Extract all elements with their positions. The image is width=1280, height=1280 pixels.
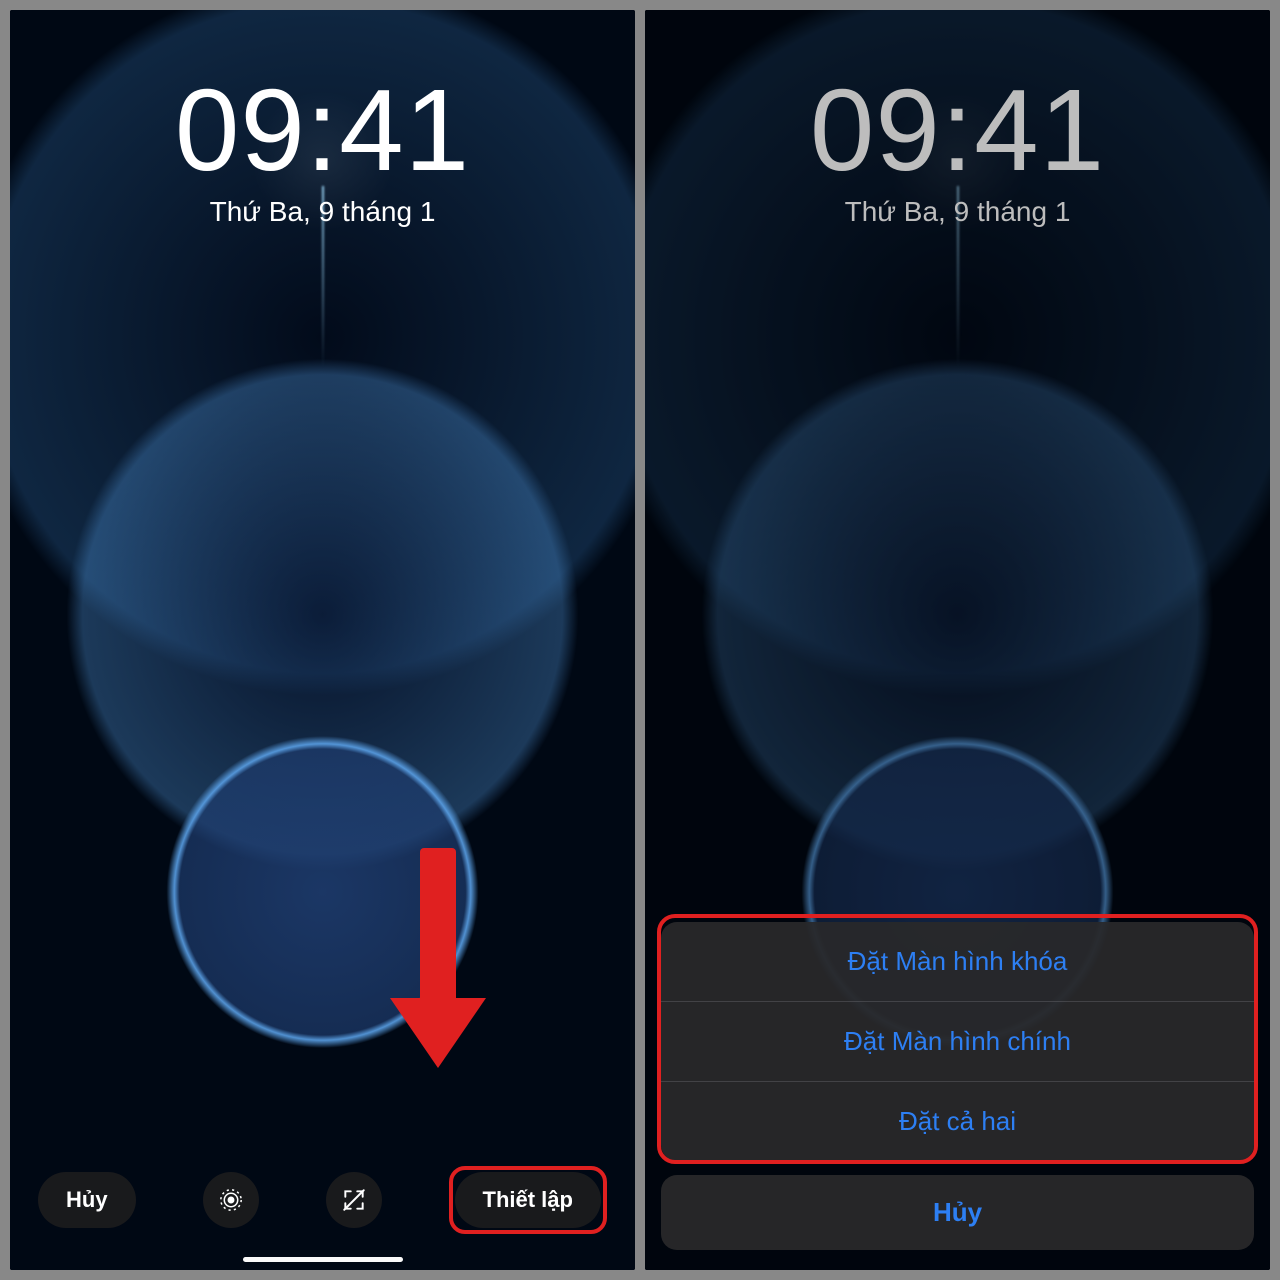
- wallpaper-preview-toolbar: Hủy: [10, 1166, 635, 1234]
- clock-time: 09:41: [645, 70, 1270, 192]
- perspective-zoom-toggle-button[interactable]: [326, 1172, 382, 1228]
- set-wallpaper-button[interactable]: Thiết lập: [455, 1172, 601, 1228]
- screenshot-left-wallpaper-preview: 09:41 Thứ Ba, 9 tháng 1 Hủy: [10, 10, 635, 1270]
- set-lock-screen-option[interactable]: Đặt Màn hình khóa: [661, 922, 1254, 1001]
- live-photo-toggle-button[interactable]: [203, 1172, 259, 1228]
- action-sheet-cancel-button[interactable]: Hủy: [661, 1175, 1254, 1250]
- action-sheet-options-group: Đặt Màn hình khóa Đặt Màn hình chính Đặt…: [661, 922, 1254, 1161]
- set-home-screen-option[interactable]: Đặt Màn hình chính: [661, 1001, 1254, 1081]
- cancel-button-label: Hủy: [66, 1187, 108, 1213]
- set-wallpaper-action-sheet: Đặt Màn hình khóa Đặt Màn hình chính Đặt…: [661, 922, 1254, 1250]
- clock-date: Thứ Ba, 9 tháng 1: [645, 196, 1270, 228]
- clock-time: 09:41: [10, 70, 635, 192]
- lock-screen-clock: 09:41 Thứ Ba, 9 tháng 1: [645, 70, 1270, 228]
- live-photo-icon: [218, 1187, 244, 1213]
- set-wallpaper-button-label: Thiết lập: [483, 1187, 573, 1213]
- screenshot-right-set-wallpaper-sheet: 09:41 Thứ Ba, 9 tháng 1 Đặt Màn hình khó…: [645, 10, 1270, 1270]
- clock-date: Thứ Ba, 9 tháng 1: [10, 196, 635, 228]
- home-indicator[interactable]: [243, 1257, 403, 1262]
- set-both-option[interactable]: Đặt cả hai: [661, 1081, 1254, 1161]
- cancel-button[interactable]: Hủy: [38, 1172, 136, 1228]
- perspective-zoom-off-icon: [341, 1187, 367, 1213]
- annotation-arrow-down-icon: [408, 848, 468, 1088]
- lock-screen-clock: 09:41 Thứ Ba, 9 tháng 1: [10, 70, 635, 228]
- annotation-highlight-set-button: Thiết lập: [449, 1166, 607, 1234]
